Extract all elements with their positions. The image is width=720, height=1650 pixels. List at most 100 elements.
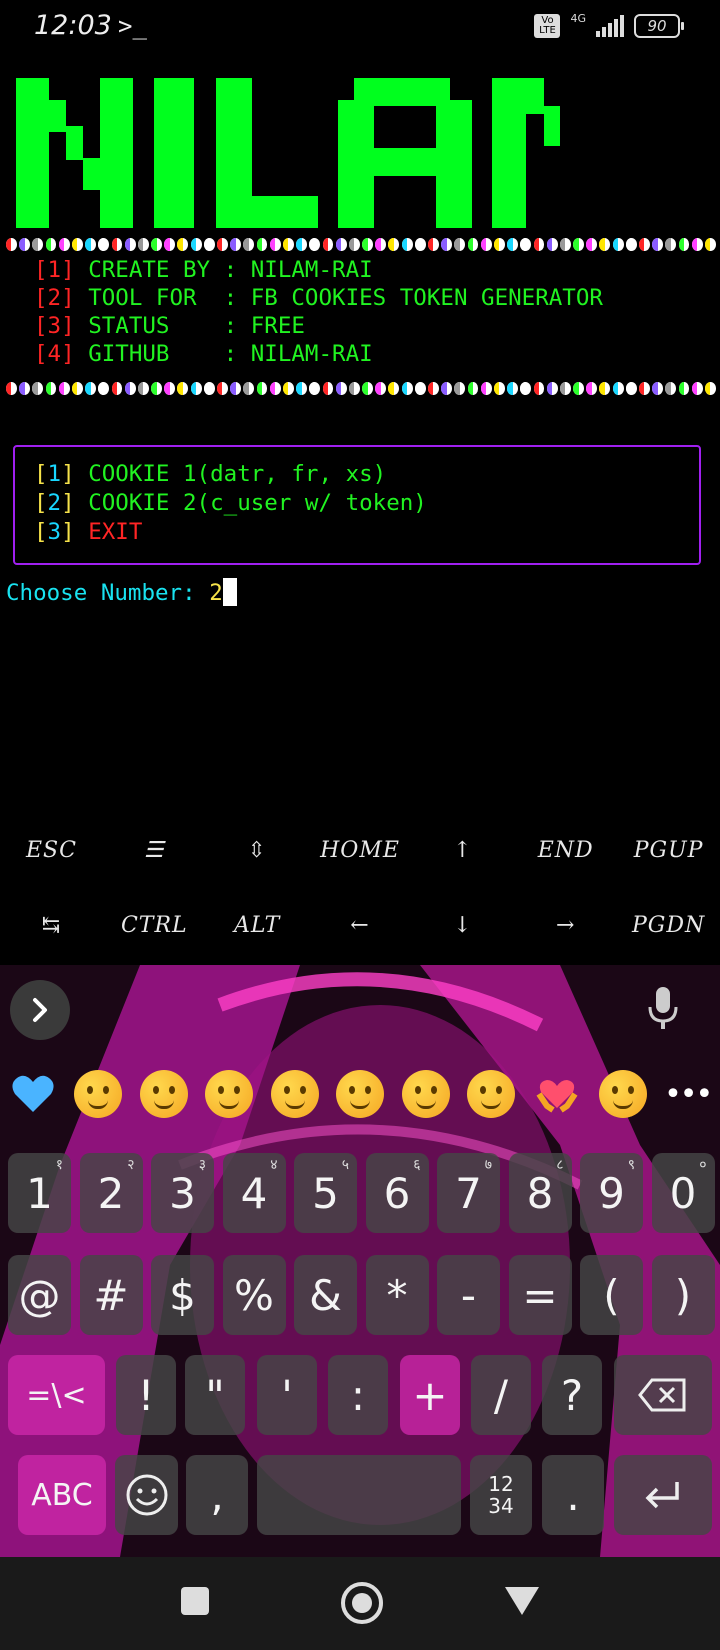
key-symbol[interactable]: / [471,1355,531,1435]
key-9[interactable]: 9९ [580,1153,643,1233]
separator-dot [309,382,321,395]
banner-info: [1] CREATE BY : NILAM-RAI [2] TOOL FOR : … [34,256,603,368]
extra-key-pgdn[interactable]: PGDN [617,913,720,938]
menu-option-2[interactable]: [2] COOKIE 2(c_user w/ token) [34,489,427,518]
backspace-key[interactable] [614,1355,712,1435]
eye-roll-face-icon[interactable] [270,1070,319,1118]
key-symbol[interactable]: # [79,1255,143,1335]
enter-icon [645,1482,679,1509]
separator-dot [388,382,400,395]
emoji-key[interactable] [115,1455,178,1535]
key-symbol[interactable]: ! [116,1355,176,1435]
key-2[interactable]: 2२ [79,1153,143,1233]
key-symbol[interactable]: ' [257,1355,317,1435]
separator-dot [296,382,308,395]
key-6[interactable]: 6६ [365,1153,429,1233]
key-symbol[interactable]: ) [651,1255,715,1335]
extra-key-symbol[interactable]: ↹ [0,913,103,938]
extra-key-symbol[interactable]: ⇳ [206,838,309,863]
separator-dot [573,382,584,395]
blue-heart-icon[interactable] [9,1070,57,1118]
microphone-icon[interactable] [646,987,680,1035]
key-symbol[interactable]: + [400,1355,460,1435]
pensive-face-icon[interactable] [467,1070,516,1118]
period-key[interactable]: . [542,1455,604,1535]
separator-dot [678,238,690,251]
key-symbol[interactable]: $ [151,1255,214,1335]
key-symbol[interactable]: % [222,1255,286,1335]
separator-dot [45,238,57,251]
sneezing-face-icon[interactable] [74,1070,123,1118]
extra-key-symbol[interactable]: ↓ [411,913,514,938]
key-symbol[interactable]: - [437,1255,500,1335]
key-symbol[interactable]: : [328,1355,388,1435]
extra-key-pgup[interactable]: PGUP [617,838,720,863]
extra-key-alt[interactable]: ALT [206,913,309,938]
key-symbol[interactable]: ( [580,1255,643,1335]
bracket: ] [61,490,89,516]
key-8[interactable]: 8८ [508,1153,572,1233]
extra-key-end[interactable]: END [514,838,617,863]
key-symbol[interactable]: ? [542,1355,602,1435]
separator-dot [414,238,426,251]
key-symbol[interactable]: & [294,1255,357,1335]
separator-dot [507,382,519,395]
key-symbol[interactable]: * [365,1255,429,1335]
extra-key-symbol[interactable]: ↑ [411,838,514,863]
key-5[interactable]: 5५ [294,1153,357,1233]
back-button[interactable] [505,1587,539,1615]
abc-key[interactable]: ABC [18,1455,106,1535]
home-button[interactable] [341,1582,383,1624]
key-7[interactable]: 7७ [437,1153,500,1233]
heart-hands-icon[interactable] [533,1070,581,1118]
separator-dot [401,382,413,395]
recents-button[interactable] [181,1587,209,1615]
keyboard-toolbar-toggle[interactable] [10,980,70,1040]
separator-dot [599,382,611,395]
key-3[interactable]: 3३ [151,1153,214,1233]
separator-dot [217,382,228,395]
thinking-face-icon[interactable] [401,1070,450,1118]
option-number: 1 [47,461,62,487]
separator-dot [586,382,598,395]
key-1[interactable]: 1१ [8,1153,71,1233]
menu-option-1[interactable]: [1] COOKIE 1(datr, fr, xs) [34,460,427,489]
comma-key[interactable]: , [186,1455,248,1535]
separator-dot [32,382,44,395]
key-label: % [234,1270,274,1320]
more-emoji-icon[interactable]: ••• [664,1077,713,1112]
extra-key-home[interactable]: HOME [309,838,412,863]
separator-dot [137,382,149,395]
extra-key-ctrl[interactable]: CTRL [103,913,206,938]
menu-option-3[interactable]: [3] EXIT [34,518,427,547]
enter-key[interactable] [614,1455,712,1535]
extra-key-symbol[interactable]: ☰ [103,838,206,863]
confused-face-icon[interactable] [598,1070,647,1118]
key-label: . [566,1470,580,1520]
key-symbol[interactable]: " [185,1355,245,1435]
separator-dot [639,382,650,395]
key-label: 1 [26,1168,53,1218]
rofl-face-icon[interactable] [336,1070,385,1118]
separator-dot [493,382,505,395]
space-key[interactable] [257,1455,461,1535]
extra-key-symbol[interactable]: → [514,913,617,938]
separator-dot [71,238,83,251]
separator-dot [348,382,360,395]
extra-key-esc[interactable]: ESC [0,838,103,863]
key-label: , [210,1470,224,1520]
key-more-symbols[interactable]: =\< [8,1355,105,1435]
separator-dot [625,238,637,251]
key-0[interactable]: 0० [651,1153,715,1233]
separator-dot [401,238,413,251]
numpad-key[interactable]: 12 34 [470,1455,532,1535]
relieved-face-icon[interactable] [205,1070,254,1118]
extra-key-symbol[interactable]: ← [309,913,412,938]
volte-icon: Vo LTE [534,14,561,38]
key-4[interactable]: 4४ [222,1153,286,1233]
choose-number-prompt[interactable]: Choose Number: 2 [6,578,237,606]
smiley-icon [126,1474,167,1516]
key-symbol[interactable]: @ [8,1255,71,1335]
tongue-face-icon[interactable] [139,1070,188,1118]
key-symbol[interactable]: = [508,1255,572,1335]
